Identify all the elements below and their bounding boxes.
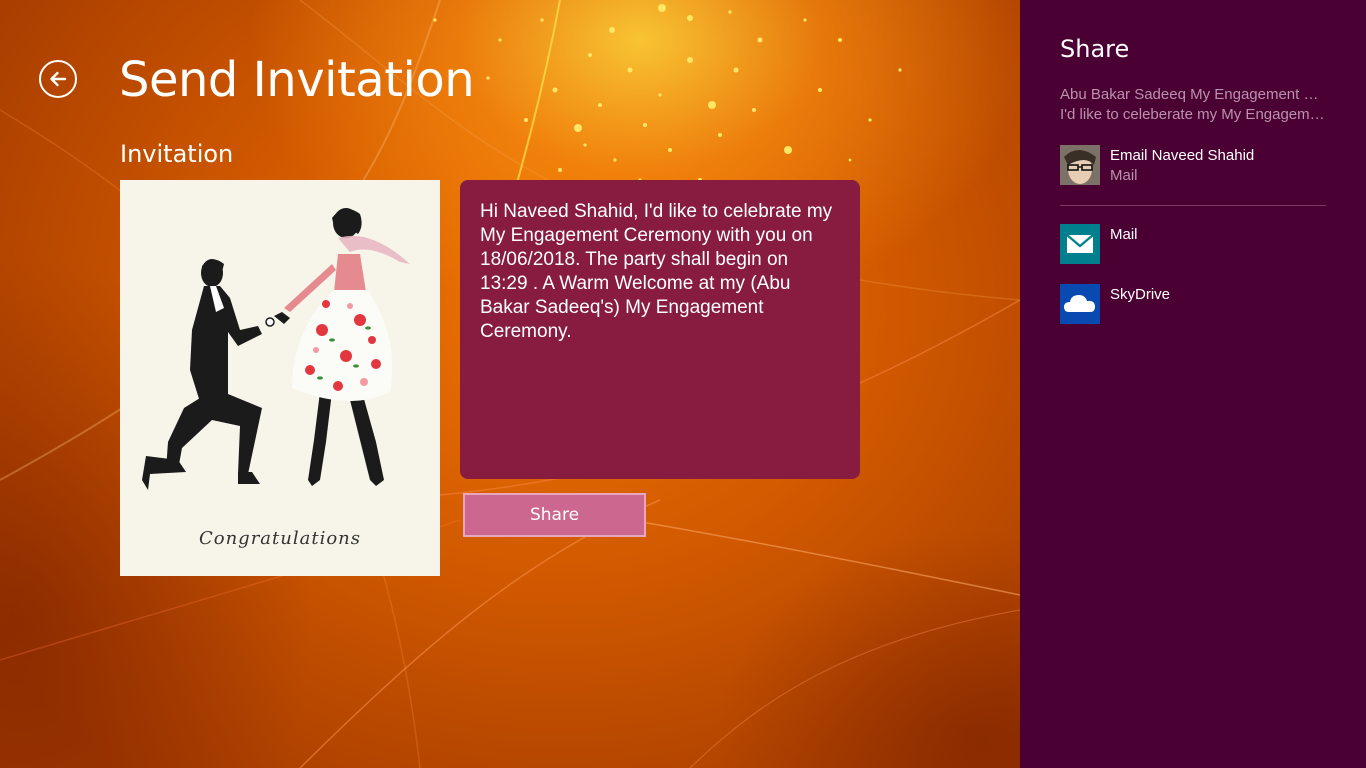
share-target-mail-name: Mail bbox=[1110, 226, 1138, 243]
share-target-skydrive[interactable]: SkyDrive bbox=[1060, 284, 1326, 326]
invitation-card-image: Congratulations bbox=[120, 180, 440, 576]
share-description-line1: Abu Bakar Sadeeq My Engagement Ceremony bbox=[1060, 86, 1326, 103]
back-arrow-icon bbox=[50, 71, 67, 87]
share-target-email-contact-app: Mail bbox=[1110, 167, 1138, 184]
mail-icon bbox=[1060, 224, 1100, 264]
share-target-skydrive-name: SkyDrive bbox=[1110, 286, 1171, 303]
share-description-line2: I'd like to celeberate my My Engagement … bbox=[1060, 106, 1326, 123]
share-target-email-contact[interactable]: Email Naveed Shahid Mail bbox=[1060, 145, 1326, 187]
back-button[interactable] bbox=[39, 60, 77, 98]
card-caption: Congratulations bbox=[198, 528, 362, 549]
app-canvas: Send Invitation Invitation Congratulatio… bbox=[0, 0, 1020, 768]
section-title: Invitation bbox=[120, 140, 234, 168]
contact-avatar bbox=[1060, 145, 1100, 185]
share-target-mail[interactable]: Mail bbox=[1060, 224, 1326, 266]
share-description: Abu Bakar Sadeeq My Engagement Ceremony … bbox=[1060, 85, 1326, 125]
share-button[interactable]: Share bbox=[463, 493, 646, 537]
charm-title: Share bbox=[1060, 35, 1130, 63]
share-charm-panel: Share Abu Bakar Sadeeq My Engagement Cer… bbox=[1020, 0, 1366, 768]
share-target-email-contact-name: Email Naveed Shahid bbox=[1110, 147, 1255, 164]
charm-divider bbox=[1060, 205, 1326, 206]
proposal-illustration bbox=[142, 208, 410, 490]
skydrive-cloud-icon bbox=[1060, 284, 1100, 324]
invitation-message[interactable]: Hi Naveed Shahid, I'd like to celebrate … bbox=[460, 180, 860, 479]
page-title: Send Invitation bbox=[119, 52, 475, 108]
